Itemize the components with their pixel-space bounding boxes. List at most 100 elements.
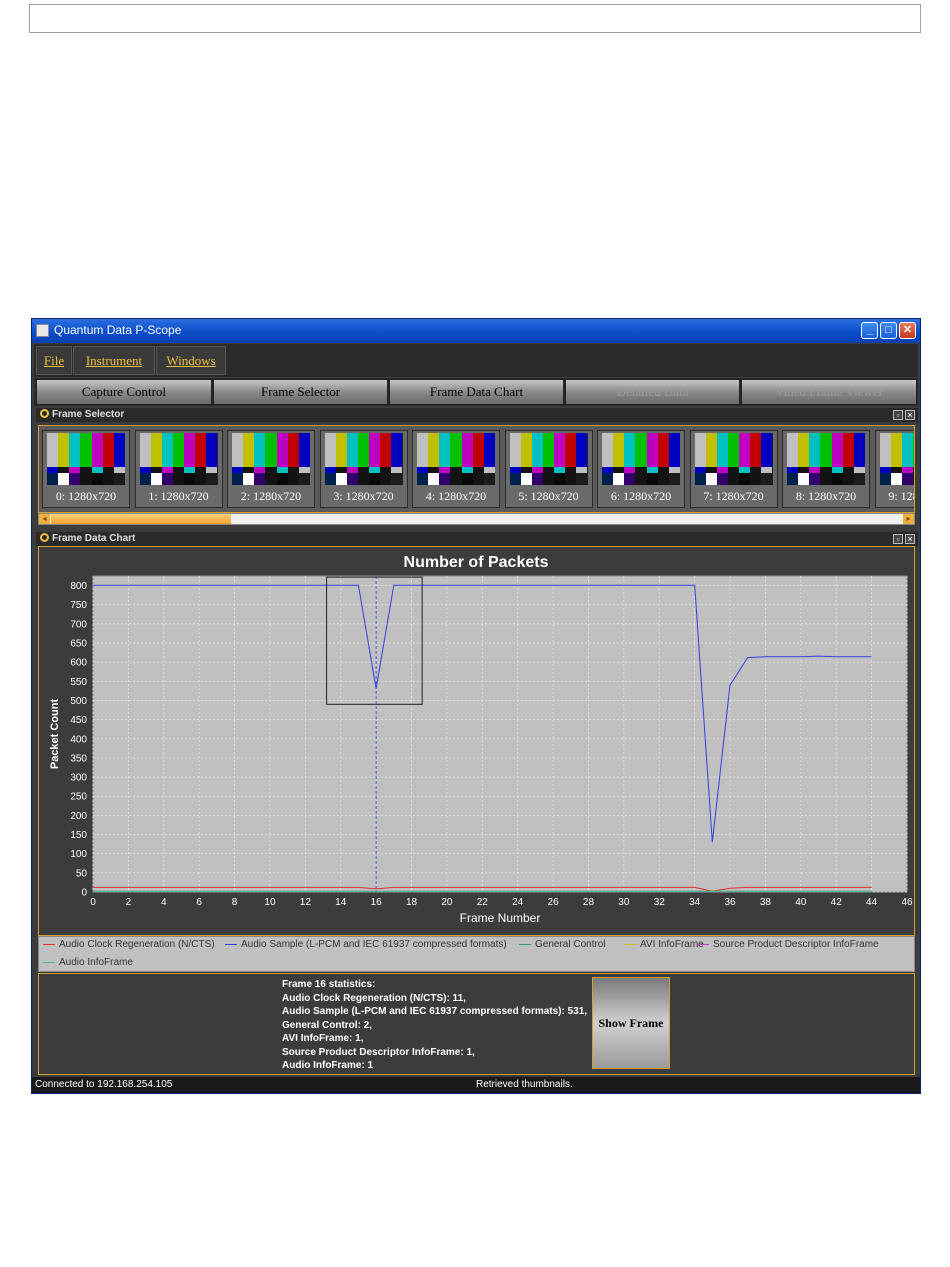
scroll-thumb[interactable] bbox=[51, 514, 231, 524]
y-tick-label: 300 bbox=[70, 773, 87, 784]
y-tick-label: 750 bbox=[70, 600, 87, 611]
chart-title: Number of Packets bbox=[404, 554, 549, 571]
menu-instrument[interactable]: Instrument bbox=[73, 346, 155, 375]
frame-thumbnail[interactable]: 8: 1280x720 bbox=[782, 430, 870, 508]
restore-icon[interactable]: ▫ bbox=[893, 410, 903, 420]
close-button[interactable]: ✕ bbox=[899, 322, 916, 339]
frame-thumbnail[interactable]: 3: 1280x720 bbox=[319, 430, 408, 508]
x-tick-label: 10 bbox=[264, 897, 276, 908]
legend-swatch bbox=[43, 943, 55, 945]
colorbar-image bbox=[879, 433, 914, 485]
show-frame-button[interactable]: Show Frame bbox=[592, 977, 670, 1069]
colorbar-image bbox=[787, 433, 865, 485]
legend-label: AVI InfoFrame bbox=[640, 939, 704, 950]
frame-thumbnail[interactable]: 1: 1280x720 bbox=[134, 430, 223, 508]
window-title: Quantum Data P-Scope bbox=[54, 323, 182, 337]
legend-entry: Source Product Descriptor InfoFrame bbox=[697, 939, 879, 950]
x-tick-label: 46 bbox=[901, 897, 913, 908]
x-tick-label: 16 bbox=[371, 897, 383, 908]
thumbnail-label: 5: 1280x720 bbox=[518, 489, 579, 503]
x-tick-label: 28 bbox=[583, 897, 595, 908]
frame-stats-panel: Frame 16 statistics: Audio Clock Regenera… bbox=[38, 973, 915, 1075]
frame-thumbnail[interactable]: 0: 1280x720 bbox=[42, 430, 130, 508]
legend-swatch bbox=[519, 943, 531, 945]
y-tick-label: 200 bbox=[70, 811, 87, 822]
scroll-left-arrow-icon[interactable]: ◂ bbox=[39, 514, 50, 524]
frame-stats-text: Frame 16 statistics: Audio Clock Regenera… bbox=[282, 978, 587, 1073]
stats-line: Audio Sample (L-PCM and IEC 61937 compre… bbox=[282, 1006, 588, 1017]
status-message: Retrieved thumbnails. bbox=[476, 1079, 573, 1090]
close-panel-icon[interactable]: × bbox=[905, 534, 915, 544]
y-tick-label: 650 bbox=[70, 639, 87, 650]
maximize-button[interactable]: □ bbox=[880, 322, 897, 339]
stats-line: Audio InfoFrame: 1 bbox=[282, 1060, 374, 1071]
frame-thumbnail[interactable]: 4: 1280x720 bbox=[412, 430, 500, 508]
close-panel-icon[interactable]: × bbox=[905, 410, 915, 420]
legend-label: Audio InfoFrame bbox=[59, 957, 133, 968]
panel-logo-icon bbox=[40, 533, 49, 542]
chart-area: Number of Packets 0 2 4 6 8 10 12 14 16 18 20 22 24 26… bbox=[38, 546, 915, 936]
x-tick-label: 20 bbox=[441, 897, 453, 908]
minimize-button[interactable]: _ bbox=[861, 322, 878, 339]
y-tick-label: 450 bbox=[70, 715, 87, 726]
frame-selector-title: Frame Selector bbox=[52, 409, 125, 420]
frame-thumbnail[interactable]: 2: 1280x720 bbox=[227, 430, 315, 508]
tab-frame-data-chart[interactable]: Frame Data Chart bbox=[389, 379, 564, 405]
colorbar-image bbox=[509, 433, 588, 485]
thumbnail-label: 4: 1280x720 bbox=[425, 489, 487, 503]
thumbnail-label: 7: 1280x720 bbox=[703, 489, 764, 503]
y-tick-label: 0 bbox=[81, 888, 87, 899]
x-tick-label: 38 bbox=[760, 897, 772, 908]
colorbar-image bbox=[694, 433, 773, 485]
packets-chart[interactable]: Number of Packets0 2 4 6 8 10 12 14 16 18 20 22 24 26… bbox=[39, 547, 914, 935]
frame-thumbnail[interactable]: 7: 1280x720 bbox=[689, 430, 778, 508]
frame-thumbnail[interactable]: 5: 1280x720 bbox=[504, 430, 593, 508]
scroll-right-arrow-icon[interactable]: ▸ bbox=[903, 514, 914, 524]
restore-icon[interactable]: ▫ bbox=[893, 534, 903, 544]
menu-file[interactable]: File bbox=[36, 346, 72, 375]
frame-thumbnail[interactable]: 9: 1280x720 bbox=[874, 430, 914, 508]
tab-capture-control[interactable]: Capture Control bbox=[36, 379, 212, 405]
thumbnail-label: 0: 1280x720 bbox=[55, 489, 117, 503]
legend-swatch bbox=[697, 943, 709, 945]
tab-frame-selector[interactable]: Frame Selector bbox=[213, 379, 388, 405]
tab-bar: Capture Control Frame Selector Frame Dat… bbox=[34, 378, 918, 406]
x-tick-label: 40 bbox=[795, 897, 807, 908]
x-tick-label: 42 bbox=[831, 897, 843, 908]
y-tick-label: 100 bbox=[70, 849, 87, 860]
thumbnail-scrollbar[interactable]: ◂ ▸ bbox=[38, 513, 915, 525]
y-tick-label: 550 bbox=[70, 677, 87, 688]
y-tick-label: 700 bbox=[70, 619, 87, 630]
legend-label: Audio Sample (L-PCM and IEC 61937 compre… bbox=[241, 939, 507, 950]
legend-entry: Audio InfoFrame bbox=[43, 957, 133, 968]
x-tick-label: 44 bbox=[866, 897, 878, 908]
stats-line: General Control: 2, bbox=[282, 1019, 373, 1031]
legend-label: Source Product Descriptor InfoFrame bbox=[713, 939, 879, 950]
legend-swatch bbox=[624, 943, 636, 945]
plot-background bbox=[92, 575, 908, 893]
y-tick-label: 250 bbox=[70, 792, 87, 803]
panel-logo-icon bbox=[40, 409, 49, 418]
frame-thumbnail-strip: 0: 1280x720 1: 1280x720 2: 1280x720 3: 1280… bbox=[38, 425, 915, 513]
x-tick-label: 26 bbox=[548, 897, 560, 908]
connection-status: Connected to 192.168.254.105 bbox=[35, 1079, 173, 1090]
stats-line: Source Product Descriptor InfoFrame: 1, bbox=[282, 1046, 475, 1058]
x-tick-label: 12 bbox=[300, 897, 312, 908]
top-blank-box bbox=[29, 4, 921, 33]
x-tick-label: 14 bbox=[335, 897, 347, 908]
y-tick-label: 50 bbox=[76, 868, 88, 879]
frame-data-chart-header: Frame Data Chart ▫ × bbox=[36, 532, 918, 546]
y-tick-label: 500 bbox=[70, 696, 87, 707]
y-axis-label: Packet Count bbox=[49, 699, 61, 770]
menu-windows[interactable]: Windows bbox=[156, 346, 226, 375]
legend-label: Audio Clock Regeneration (N/CTS) bbox=[59, 939, 215, 950]
legend-swatch bbox=[43, 961, 55, 963]
colorbar-image bbox=[324, 433, 403, 485]
y-tick-label: 800 bbox=[70, 581, 87, 592]
thumbnail-label: 9: 1280x720 bbox=[888, 489, 914, 503]
x-tick-label: 32 bbox=[654, 897, 666, 908]
legend-swatch bbox=[225, 943, 237, 945]
menu-bar: File Instrument Windows bbox=[34, 344, 918, 377]
frame-thumbnail[interactable]: 6: 1280x720 bbox=[597, 430, 685, 508]
y-tick-label: 400 bbox=[70, 734, 87, 745]
